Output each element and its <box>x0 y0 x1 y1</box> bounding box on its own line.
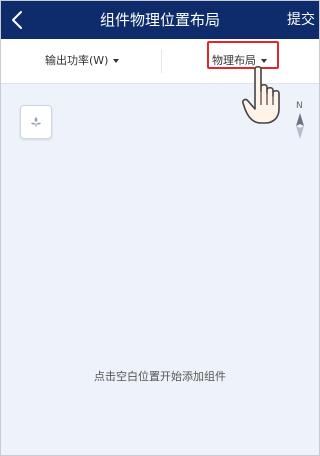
page-title: 组件物理位置布局 <box>99 11 220 29</box>
compass: N <box>293 101 307 141</box>
empty-canvas-hint: 点击空白位置开始添加组件 <box>94 370 226 383</box>
power-dropdown[interactable]: 输出功率(W) <box>45 39 120 83</box>
app-screen: 组件物理位置布局 提交 输出功率(W) 物理布局 N 点击空白位置开始添加组件 <box>0 0 320 456</box>
optimizer-device-icon[interactable] <box>20 105 52 139</box>
back-button[interactable] <box>9 8 27 32</box>
toolbar-divider <box>161 49 162 73</box>
compass-needle-icon <box>296 113 304 139</box>
pointing-hand-icon <box>241 65 285 125</box>
compass-north-label: N <box>296 101 303 111</box>
top-bar: 组件物理位置布局 提交 <box>1 1 319 39</box>
submit-button[interactable]: 提交 <box>287 1 315 39</box>
power-dropdown-label: 输出功率(W) <box>45 54 109 67</box>
dropdown-arrow-icon <box>113 59 120 63</box>
chevron-left-icon <box>12 11 22 29</box>
device-logo-icon <box>31 117 41 127</box>
layout-canvas[interactable] <box>1 84 319 455</box>
